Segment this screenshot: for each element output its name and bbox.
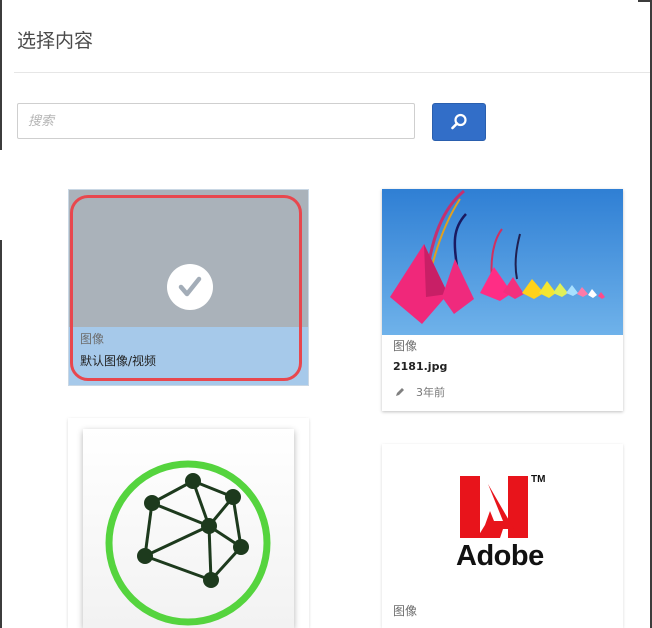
asset-type-label: 图像 — [393, 604, 418, 618]
asset-name: 2181.jpg — [393, 360, 448, 373]
header-divider — [14, 72, 650, 73]
search-button[interactable] — [432, 103, 486, 141]
adobe-wordmark: Adobe — [456, 540, 544, 572]
window-frame-left — [0, 0, 2, 628]
asset-modified-time: 3年前 — [416, 386, 445, 399]
kites-image — [382, 189, 623, 335]
asset-card-default[interactable]: 图像 默认图像/视频 — [68, 189, 309, 386]
search-input[interactable] — [17, 103, 415, 139]
search-icon — [451, 113, 467, 130]
asset-card-adobe[interactable]: TM Adobe 图像 — [382, 444, 623, 628]
asset-meta: 3年前 — [394, 384, 445, 400]
selection-highlight-ring — [70, 195, 302, 381]
asset-card-network[interactable] — [68, 418, 309, 628]
trademark-mark: TM — [531, 474, 546, 485]
asset-type-label: 图像 — [393, 339, 418, 353]
pencil-icon — [396, 388, 404, 396]
dialog-title: 选择内容 — [17, 30, 94, 52]
asset-card-kites[interactable]: 图像 2181.jpg 3年前 — [382, 189, 623, 411]
network-logo-thumbnail — [83, 429, 294, 628]
window-frame-gap — [0, 150, 2, 240]
window-frame-top — [638, 0, 652, 2]
